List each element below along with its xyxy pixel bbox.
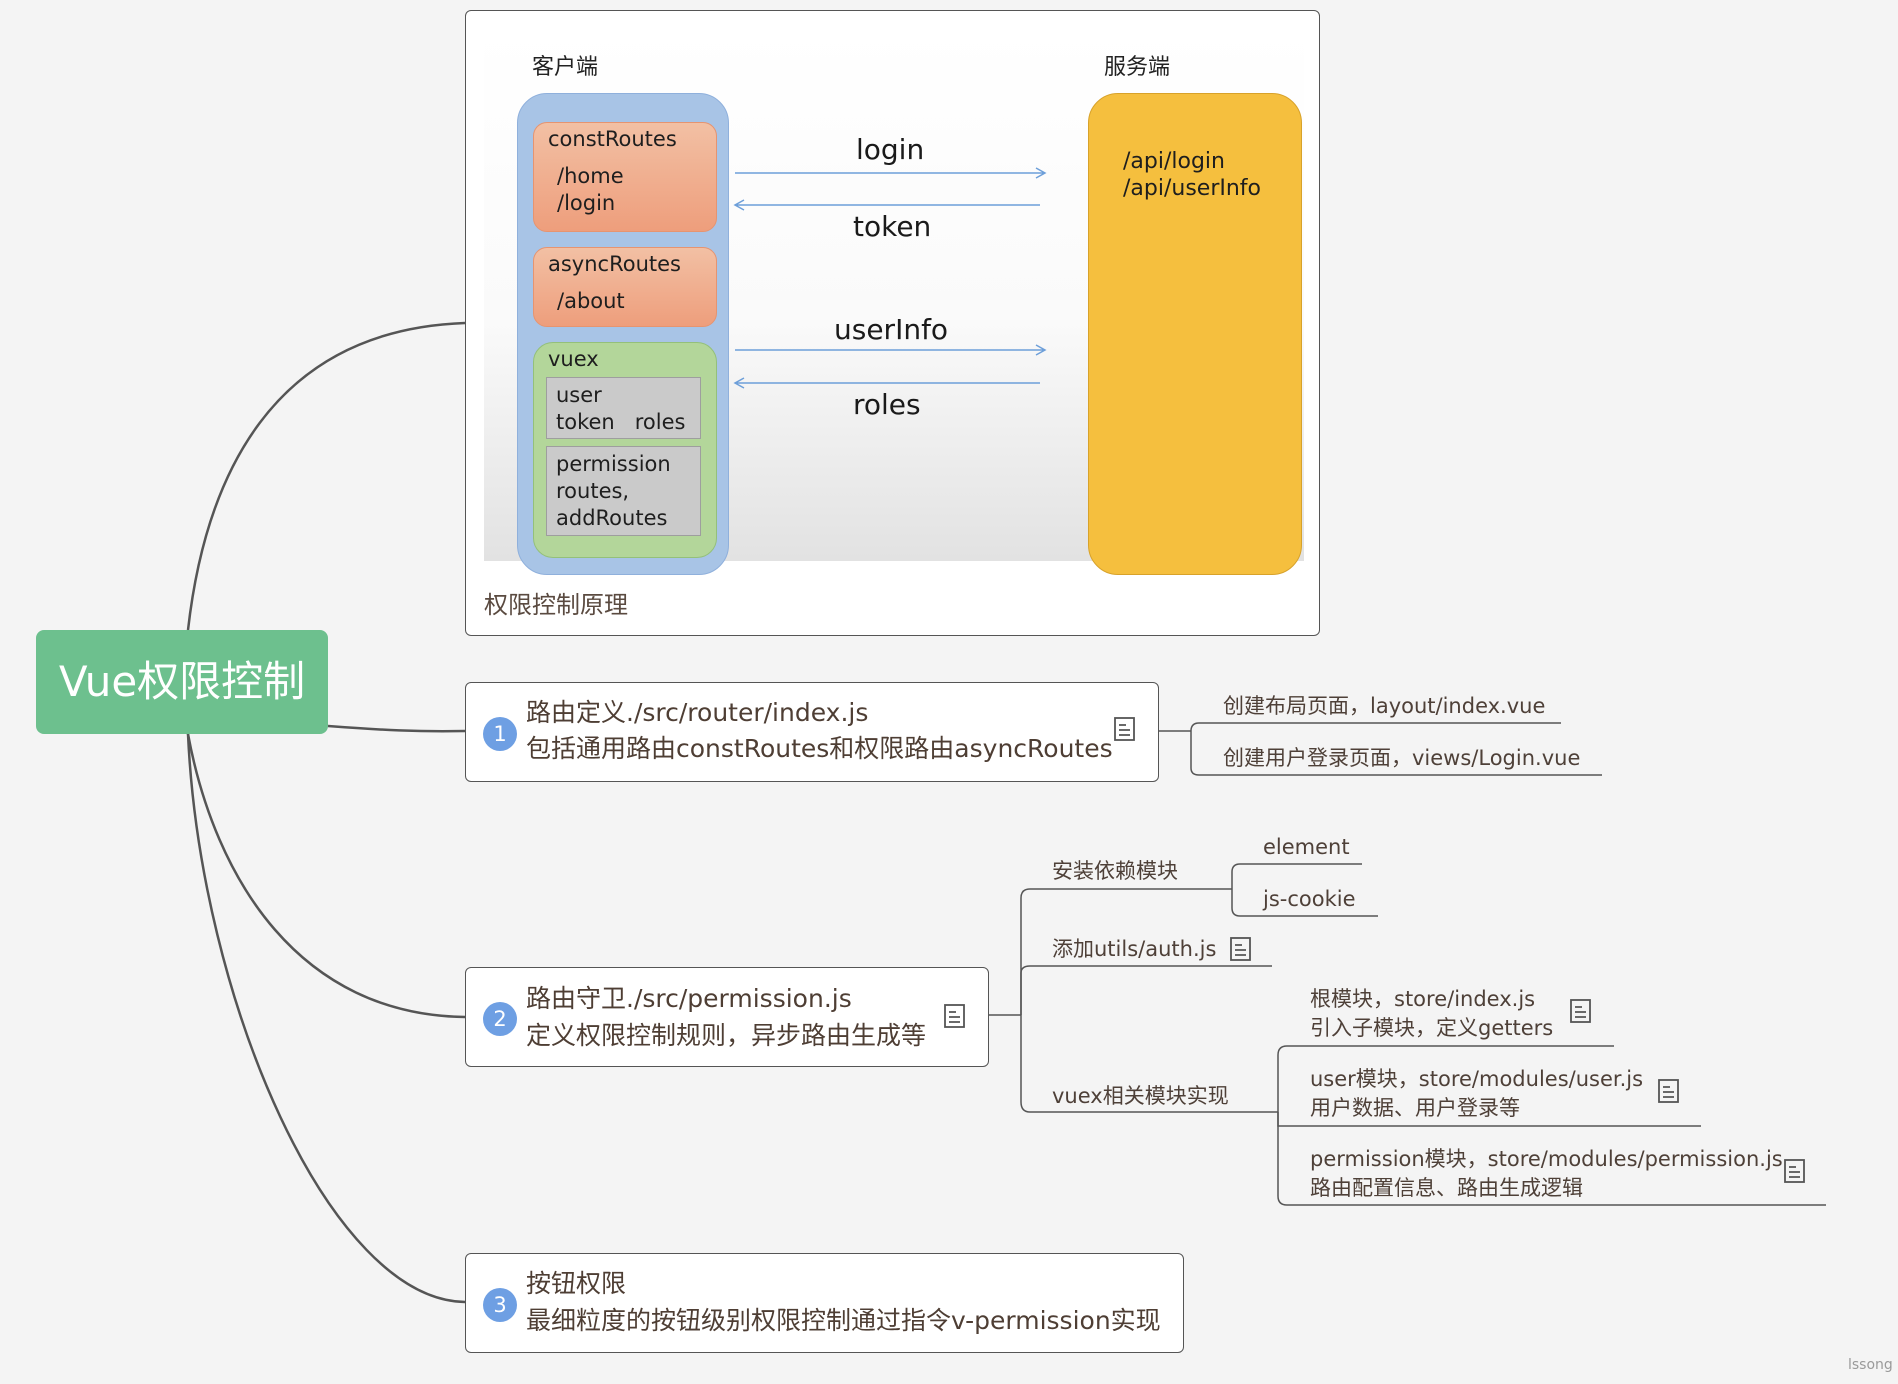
topic-1-child-layout[interactable]: 创建布局页面，layout/index.vue bbox=[1223, 692, 1545, 721]
arrow-token bbox=[733, 199, 1040, 211]
arrow-label-login: login bbox=[856, 133, 925, 166]
topic-3-line2: 最细粒度的按钮级别权限控制通过指令v-permission实现 bbox=[526, 1306, 1161, 1335]
principle-diagram-card[interactable]: 客户端 服务端 constRoutes /home /login asyncRo… bbox=[465, 10, 1320, 636]
vuex-permission-module-node[interactable]: permission模块，store/modules/permission.js… bbox=[1310, 1145, 1783, 1203]
diagram-caption: 权限控制原理 bbox=[484, 591, 628, 619]
topic-2-vuex-modules[interactable]: vuex相关模块实现 bbox=[1052, 1082, 1229, 1111]
topic-2-line1: 路由守卫./src/permission.js bbox=[526, 984, 852, 1013]
branch-topic-3 bbox=[186, 733, 466, 1304]
topic-1-line1: 路由定义./src/router/index.js bbox=[526, 698, 869, 727]
note-icon[interactable] bbox=[1114, 717, 1135, 741]
branch-topic-2 bbox=[186, 733, 466, 1019]
sub-branches bbox=[989, 722, 1826, 1206]
topic-route-guard[interactable]: 2 路由守卫./src/permission.js 定义权限控制规则，异步路由生… bbox=[465, 967, 989, 1067]
root-topic[interactable]: Vue权限控制 bbox=[36, 630, 328, 734]
api-login: /api/login bbox=[1123, 149, 1225, 174]
number-badge-1: 1 bbox=[483, 717, 517, 751]
topic-1-line2: 包括通用路由constRoutes和权限路由asyncRoutes bbox=[526, 734, 1113, 763]
diagram-canvas: 客户端 服务端 constRoutes /home /login asyncRo… bbox=[484, 29, 1304, 575]
note-icon[interactable] bbox=[1570, 999, 1591, 1023]
vuex-user-module-line2: 用户数据、用户登录等 bbox=[1310, 1096, 1520, 1120]
watermark: lssong bbox=[1848, 1357, 1893, 1373]
arrow-userinfo bbox=[735, 344, 1047, 356]
dep-js-cookie[interactable]: js-cookie bbox=[1263, 885, 1356, 914]
vuex-root-module[interactable]: 根模块，store/index.js 引入子模块，定义getters bbox=[1310, 985, 1553, 1043]
topic-2-line2: 定义权限控制规则，异步路由生成等 bbox=[526, 1021, 927, 1050]
arrow-label-token: token bbox=[853, 210, 932, 243]
topic-route-definition[interactable]: 1 路由定义./src/router/index.js 包括通用路由constR… bbox=[465, 682, 1159, 782]
vuex-user-module-node[interactable]: user模块，store/modules/user.js 用户数据、用户登录等 bbox=[1310, 1065, 1643, 1123]
note-icon[interactable] bbox=[944, 1004, 965, 1028]
branch-diagram bbox=[186, 321, 466, 631]
root-branches bbox=[186, 321, 466, 1304]
vuex-user-module-line1: user模块，store/modules/user.js bbox=[1310, 1067, 1644, 1091]
topic-2-auth-util[interactable]: 添加utils/auth.js bbox=[1052, 935, 1216, 964]
number-badge-2: 2 bbox=[483, 1002, 517, 1036]
vuex-root-module-line1: 根模块，store/index.js bbox=[1310, 987, 1536, 1011]
note-icon[interactable] bbox=[1658, 1079, 1679, 1103]
topic-1-child-login[interactable]: 创建用户登录页面，views/Login.vue bbox=[1223, 744, 1580, 773]
arrow-roles bbox=[733, 377, 1040, 389]
note-icon[interactable] bbox=[1230, 937, 1251, 961]
arrow-login bbox=[735, 167, 1047, 179]
topic-2-install-deps[interactable]: 安装依赖模块 bbox=[1052, 857, 1178, 886]
server-box: /api/login /api/userInfo bbox=[1088, 93, 1302, 575]
topic-button-permission[interactable]: 3 按钮权限 最细粒度的按钮级别权限控制通过指令v-permission实现 bbox=[465, 1253, 1184, 1353]
note-icon[interactable] bbox=[1784, 1159, 1805, 1183]
api-userinfo: /api/userInfo bbox=[1123, 176, 1262, 201]
vuex-root-module-line2: 引入子模块，定义getters bbox=[1310, 1016, 1554, 1040]
dep-element[interactable]: element bbox=[1263, 833, 1350, 862]
vuex-permission-module-line1: permission模块，store/modules/permission.js bbox=[1310, 1147, 1783, 1171]
branch-topic-1 bbox=[327, 724, 466, 733]
arrow-label-roles: roles bbox=[853, 388, 921, 421]
arrow-label-userinfo: userInfo bbox=[834, 313, 949, 346]
number-badge-3: 3 bbox=[483, 1288, 517, 1322]
topic-3-line1: 按钮权限 bbox=[526, 1269, 627, 1298]
vuex-permission-module-line2: 路由配置信息、路由生成逻辑 bbox=[1310, 1176, 1583, 1200]
